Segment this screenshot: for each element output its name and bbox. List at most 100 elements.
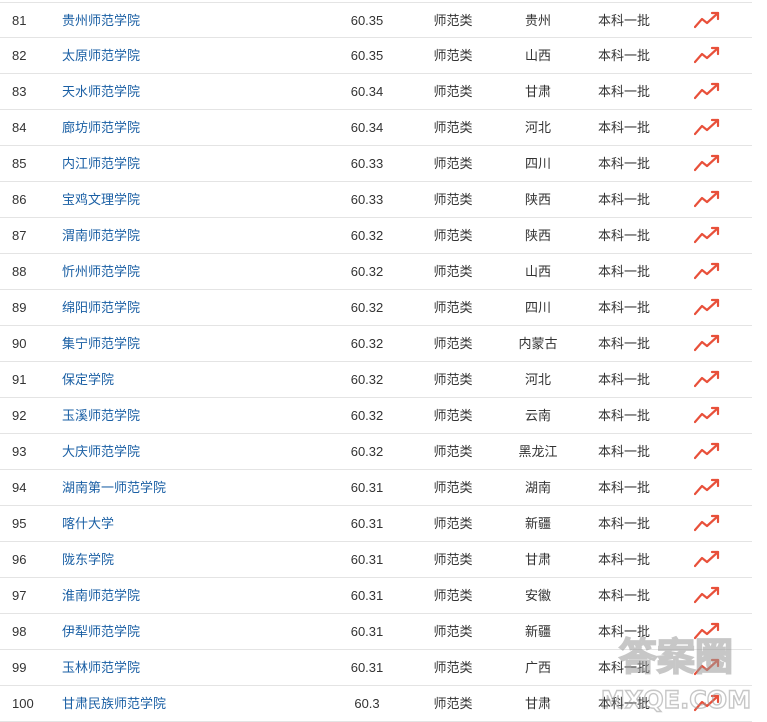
table-row: 95 喀什大学 60.31 师范类 新疆 本科一批 <box>0 506 752 542</box>
batch-cell: 本科一批 <box>597 444 650 459</box>
school-name-link[interactable]: 玉林师范学院 <box>62 650 332 685</box>
type-cell: 师范类 <box>433 408 473 423</box>
province-cell: 河北 <box>524 120 551 135</box>
province-cell: 云南 <box>524 408 551 423</box>
province-cell: 四川 <box>524 300 551 315</box>
province-cell: 安徽 <box>524 588 551 603</box>
trend-up-icon[interactable] <box>694 326 724 361</box>
trend-up-icon[interactable] <box>694 506 724 541</box>
trend-up-icon[interactable] <box>694 362 724 397</box>
school-name-link[interactable]: 内江师范学院 <box>62 146 332 181</box>
trend-up-icon[interactable] <box>694 686 724 721</box>
school-name-link[interactable]: 保定学院 <box>62 362 332 397</box>
type-cell: 师范类 <box>433 516 473 531</box>
table-row: 87 渭南师范学院 60.32 师范类 陕西 本科一批 <box>0 218 752 254</box>
province-cell: 山西 <box>524 264 551 279</box>
batch-cell: 本科一批 <box>597 264 650 279</box>
trend-up-icon[interactable] <box>694 110 724 145</box>
score-cell: 60.31 <box>350 516 384 531</box>
province-cell: 甘肃 <box>524 84 551 99</box>
trend-up-icon[interactable] <box>694 290 724 325</box>
table-row: 97 淮南师范学院 60.31 师范类 安徽 本科一批 <box>0 578 752 614</box>
province-cell: 新疆 <box>524 624 551 639</box>
trend-up-icon[interactable] <box>694 578 724 613</box>
batch-cell: 本科一批 <box>597 552 650 567</box>
type-cell: 师范类 <box>433 336 473 351</box>
score-cell: 60.31 <box>350 588 384 603</box>
province-cell: 黑龙江 <box>518 444 558 459</box>
trend-up-icon[interactable] <box>694 218 724 253</box>
type-cell: 师范类 <box>433 696 473 711</box>
school-name-link[interactable]: 贵州师范学院 <box>62 3 332 38</box>
batch-cell: 本科一批 <box>597 372 650 387</box>
school-name-link[interactable]: 湖南第一师范学院 <box>62 470 332 505</box>
batch-cell: 本科一批 <box>597 13 650 28</box>
type-cell: 师范类 <box>433 372 473 387</box>
batch-cell: 本科一批 <box>597 48 650 63</box>
batch-cell: 本科一批 <box>597 660 650 675</box>
trend-up-icon[interactable] <box>694 74 724 109</box>
school-name-link[interactable]: 集宁师范学院 <box>62 326 332 361</box>
score-cell: 60.32 <box>350 336 384 351</box>
rank-cell: 97 <box>12 588 27 603</box>
trend-up-icon[interactable] <box>694 182 724 217</box>
type-cell: 师范类 <box>433 13 473 28</box>
type-cell: 师范类 <box>433 48 473 63</box>
school-name-link[interactable]: 玉溪师范学院 <box>62 398 332 433</box>
school-name-link[interactable]: 绵阳师范学院 <box>62 290 332 325</box>
rank-cell: 82 <box>12 48 27 63</box>
batch-cell: 本科一批 <box>597 120 650 135</box>
trend-up-icon[interactable] <box>694 254 724 289</box>
batch-cell: 本科一批 <box>597 156 650 171</box>
rank-cell: 100 <box>12 696 34 711</box>
type-cell: 师范类 <box>433 84 473 99</box>
school-name-link[interactable]: 宝鸡文理学院 <box>62 182 332 217</box>
table-row: 82 太原师范学院 60.35 师范类 山西 本科一批 <box>0 38 752 74</box>
school-name-link[interactable]: 太原师范学院 <box>62 38 332 73</box>
trend-up-icon[interactable] <box>694 146 724 181</box>
school-name-link[interactable]: 大庆师范学院 <box>62 434 332 469</box>
score-cell: 60.34 <box>350 84 384 99</box>
table-row: 85 内江师范学院 60.33 师范类 四川 本科一批 <box>0 146 752 182</box>
province-cell: 湖南 <box>524 480 551 495</box>
batch-cell: 本科一批 <box>597 696 650 711</box>
school-name-link[interactable]: 陇东学院 <box>62 542 332 577</box>
score-cell: 60.32 <box>350 408 384 423</box>
province-cell: 甘肃 <box>524 552 551 567</box>
type-cell: 师范类 <box>433 156 473 171</box>
score-cell: 60.34 <box>350 120 384 135</box>
score-cell: 60.31 <box>350 624 384 639</box>
rank-cell: 92 <box>12 408 27 423</box>
school-name-link[interactable]: 渭南师范学院 <box>62 218 332 253</box>
school-name-link[interactable]: 廊坊师范学院 <box>62 110 332 145</box>
trend-up-icon[interactable] <box>694 434 724 469</box>
school-name-link[interactable]: 天水师范学院 <box>62 74 332 109</box>
type-cell: 师范类 <box>433 228 473 243</box>
trend-up-icon[interactable] <box>694 398 724 433</box>
trend-up-icon[interactable] <box>694 38 724 73</box>
type-cell: 师范类 <box>433 120 473 135</box>
rank-cell: 89 <box>12 300 27 315</box>
table-row: 100 甘肃民族师范学院 60.3 师范类 甘肃 本科一批 <box>0 686 752 722</box>
trend-up-icon[interactable] <box>694 614 724 649</box>
table-row: 92 玉溪师范学院 60.32 师范类 云南 本科一批 <box>0 398 752 434</box>
score-cell: 60.32 <box>350 372 384 387</box>
school-name-link[interactable]: 忻州师范学院 <box>62 254 332 289</box>
province-cell: 山西 <box>524 48 551 63</box>
score-cell: 60.35 <box>350 13 384 28</box>
province-cell: 内蒙古 <box>518 336 558 351</box>
trend-up-icon[interactable] <box>694 3 724 38</box>
school-name-link[interactable]: 淮南师范学院 <box>62 578 332 613</box>
rank-cell: 81 <box>12 13 27 28</box>
rank-cell: 94 <box>12 480 27 495</box>
trend-up-icon[interactable] <box>694 542 724 577</box>
trend-up-icon[interactable] <box>694 650 724 685</box>
school-name-link[interactable]: 喀什大学 <box>62 506 332 541</box>
rank-cell: 90 <box>12 336 27 351</box>
batch-cell: 本科一批 <box>597 228 650 243</box>
province-cell: 河北 <box>524 372 551 387</box>
school-name-link[interactable]: 甘肃民族师范学院 <box>62 686 332 721</box>
school-name-link[interactable]: 伊犁师范学院 <box>62 614 332 649</box>
trend-up-icon[interactable] <box>694 470 724 505</box>
table-row: 96 陇东学院 60.31 师范类 甘肃 本科一批 <box>0 542 752 578</box>
